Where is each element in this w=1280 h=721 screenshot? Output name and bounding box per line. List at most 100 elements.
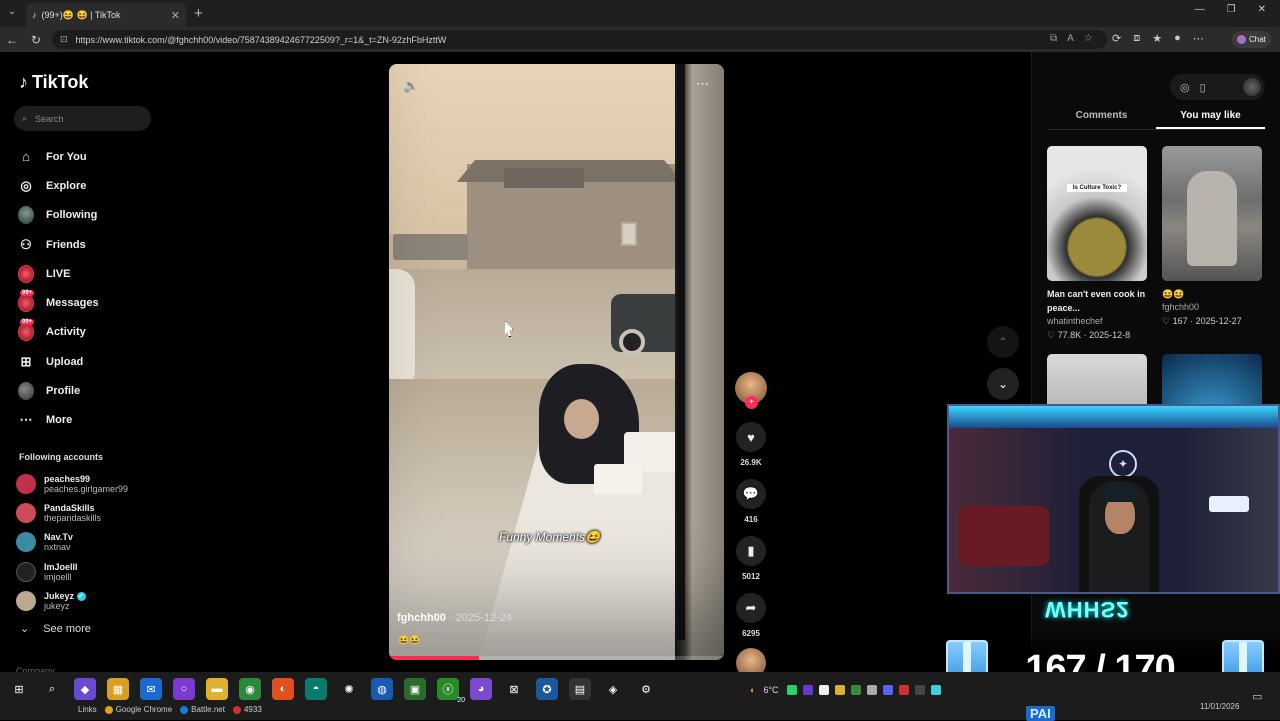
tiktok-logo[interactable]: ♪ TikTok [19, 72, 88, 93]
tray-app-icon[interactable] [930, 685, 941, 695]
next-video-button[interactable]: ⌄ [987, 368, 1019, 400]
open-app-icon[interactable]: ⧉ [1050, 33, 1057, 44]
circle-app-icon[interactable]: ○ [173, 678, 195, 700]
following-account[interactable]: ImJoelll imjoelll [16, 557, 166, 586]
card-thumbnail[interactable]: Is Culture Toxic? [1047, 146, 1147, 281]
recommended-card[interactable]: Is Culture Toxic? Man can't even cook in… [1047, 146, 1147, 342]
creator-avatar[interactable]: + [735, 372, 767, 409]
tray-app-icon[interactable] [802, 685, 813, 695]
restore-icon[interactable]: ❐ [1227, 4, 1236, 15]
discord-tray-icon[interactable] [882, 685, 893, 695]
bookmark-icon[interactable]: ▮ [736, 536, 766, 566]
browser-tab[interactable]: ♪ (99+)😆 😆 | TikTok ✕ [26, 3, 186, 27]
file-explorer-icon[interactable]: ▬ [206, 678, 228, 700]
back-icon[interactable]: ← [0, 33, 24, 47]
previous-video-button[interactable]: ⌃ [987, 326, 1019, 358]
refresh-ext-icon[interactable]: ⟳ [1112, 32, 1121, 45]
weather-temp[interactable]: 6°C [763, 685, 778, 695]
following-account[interactable]: Jukeyz ✓ jukeyz [16, 586, 166, 615]
notification-icon[interactable]: ▭ [1252, 690, 1262, 703]
menu-dots-icon[interactable]: ⋯ [1193, 32, 1204, 45]
card-title[interactable]: 😆😆 [1162, 287, 1262, 301]
following-account[interactable]: Nav.Tv nxtnav [16, 528, 166, 557]
nav-explore[interactable]: ◎ Explore [14, 171, 164, 200]
following-account[interactable]: peaches99 peaches.girlgamer99 [16, 469, 166, 498]
device-icon[interactable]: ▯ [1200, 81, 1206, 94]
tray-app-icon[interactable] [866, 685, 877, 695]
outlook-icon[interactable]: ✉ [140, 678, 162, 700]
battlenet-icon[interactable]: ✪ [536, 678, 558, 700]
shortcut-number[interactable]: 4933 [232, 705, 262, 714]
follow-plus-icon[interactable]: + [745, 396, 758, 409]
following-account[interactable]: PandaSkills thepandaskills [16, 498, 166, 527]
chrome-icon[interactable]: ◉ [239, 678, 261, 700]
see-more-button[interactable]: ⌄ See more [20, 622, 91, 636]
recommended-card[interactable]: 😆😆 fghchh00 ♡ 167 · 2025-12-27 [1162, 146, 1262, 342]
browser-icon[interactable]: ◍ [371, 678, 393, 700]
video-player[interactable]: 🔈 ⋯ Funny Moments😆 fghchh00 · 2025-12-24… [389, 64, 724, 660]
volume-icon[interactable]: 🔈 [403, 78, 419, 94]
nav-messages[interactable]: 99+ Messages [14, 288, 164, 317]
openai-icon[interactable]: ✺ [338, 678, 360, 700]
minimize-icon[interactable]: — [1195, 4, 1205, 15]
site-info-icon[interactable]: ⊡ [60, 34, 68, 45]
tab-close-icon[interactable]: ✕ [171, 9, 180, 22]
settings-gear-icon[interactable]: ⚙ [635, 678, 657, 700]
tray-app-icon[interactable] [818, 685, 829, 695]
user-avatar[interactable] [1243, 78, 1261, 96]
save-action[interactable]: ▮ 5012 [732, 536, 770, 581]
xbox-icon[interactable]: ⓧ 20 [437, 678, 465, 704]
tab-comments[interactable]: Comments [1047, 110, 1156, 129]
store-icon[interactable]: ▦ [107, 678, 129, 700]
virtual-desktop-icon[interactable]: ⊠ [503, 678, 525, 700]
tab-menu-icon[interactable]: ⌄ [8, 6, 16, 17]
edge-icon[interactable]: ◓ [305, 678, 327, 700]
shortcut-battlenet[interactable]: Battle.net [180, 705, 225, 714]
tray-app-icon[interactable] [914, 685, 925, 695]
video-progress-bar[interactable] [389, 656, 724, 660]
like-action[interactable]: ♥ 26.9K [732, 422, 770, 467]
nav-upload[interactable]: ⊞ Upload [14, 347, 164, 376]
whatsapp-icon[interactable] [786, 685, 797, 695]
game-icon[interactable]: ▤ [569, 678, 591, 700]
nav-live[interactable]: LIVE [14, 259, 164, 288]
favorites-icon[interactable]: ★ [1152, 32, 1162, 45]
tray-app-icon[interactable] [898, 685, 909, 695]
card-user[interactable]: whatinthechef [1047, 315, 1147, 328]
comment-icon[interactable]: 💬 [736, 479, 766, 509]
card-title[interactable]: Man can't even cook in peace... [1047, 287, 1147, 315]
steam-icon[interactable]: ◈ [602, 678, 624, 700]
nav-profile[interactable]: Profile [14, 376, 164, 405]
card-thumbnail[interactable] [1162, 146, 1262, 281]
nav-for-you[interactable]: ⌂ For You [14, 142, 164, 171]
favorite-star-icon[interactable]: ☆ [1084, 33, 1093, 44]
url-field[interactable]: ⊡ https://www.tiktok.com/@fghchh00/video… [52, 30, 1107, 49]
search-input[interactable]: ⌕ Search [14, 106, 151, 131]
share-action[interactable]: ➦ 6295 [732, 593, 770, 638]
close-window-icon[interactable]: ✕ [1258, 4, 1266, 15]
firefox-icon[interactable]: ◐ [272, 678, 294, 700]
nav-more[interactable]: ⋯ More [14, 406, 164, 435]
copilot-chat-button[interactable]: Chat [1232, 31, 1271, 48]
taskbar-search-icon[interactable]: ⌕ [41, 678, 63, 700]
split-screen-icon[interactable]: ⧈ [1133, 32, 1140, 45]
nav-friends[interactable]: ⚇ Friends [14, 230, 164, 259]
profile-avatar-icon[interactable]: ● [1174, 32, 1181, 45]
nav-following[interactable]: Following [14, 201, 164, 230]
tray-app-icon[interactable] [834, 685, 845, 695]
app-icon[interactable]: ▣ [404, 678, 426, 700]
shortcut-chrome[interactable]: Google Chrome [104, 705, 172, 714]
windows-start-icon[interactable]: ⊞ [8, 678, 30, 700]
tray-app-icon[interactable] [850, 685, 861, 695]
comment-action[interactable]: 💬 416 [732, 479, 770, 524]
compass-icon[interactable]: ◎ [1180, 81, 1190, 94]
reload-icon[interactable]: ↻ [24, 33, 48, 47]
tab-you-may-like[interactable]: You may like [1156, 110, 1265, 129]
video-author[interactable]: fghchh00 [397, 612, 446, 624]
copilot-app-icon[interactable]: ◆ [74, 678, 96, 700]
discord-icon[interactable]: ◕ [470, 678, 492, 700]
share-icon[interactable]: ➦ [736, 593, 766, 623]
new-tab-button[interactable]: + [194, 5, 203, 22]
read-aloud-icon[interactable]: A [1067, 33, 1074, 44]
taskbar-date[interactable]: 11/01/2026 [1200, 702, 1239, 711]
